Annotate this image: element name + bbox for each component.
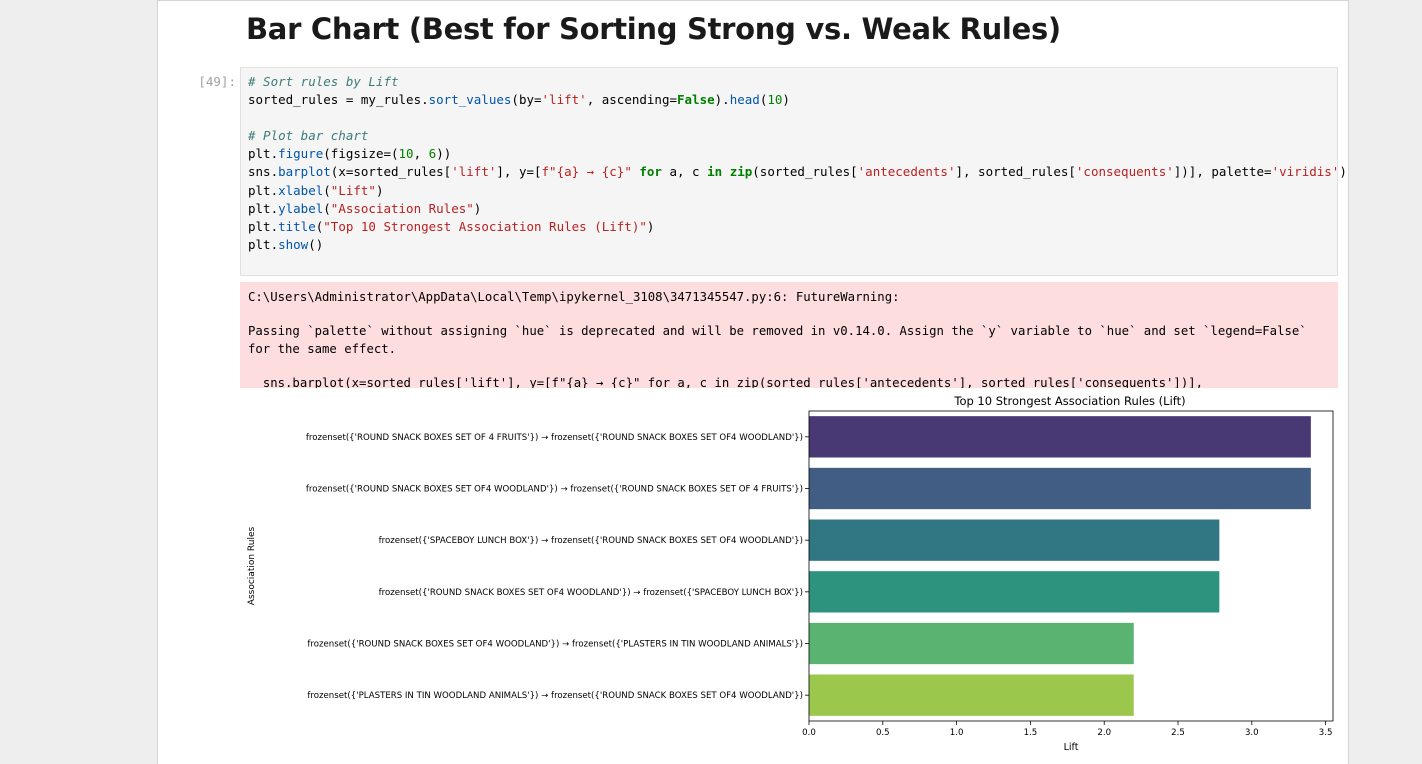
code-token: in <box>707 164 723 180</box>
code-token: ylabel <box>278 200 324 216</box>
code-token: 'lift' <box>451 164 497 180</box>
category-label: frozenset({'ROUND SNACK BOXES SET OF4 WO… <box>306 485 803 495</box>
x-tick-label: 1.5 <box>1024 728 1038 738</box>
bar-chart: Top 10 Strongest Association Rules (Lift… <box>247 394 1334 753</box>
code-token: ) <box>1339 164 1347 180</box>
code-token: (x=sorted_rules[ <box>330 164 452 180</box>
code-token: )) <box>436 146 452 162</box>
bar <box>809 674 1134 716</box>
stderr-output: C:\Users\Administrator\AppData\Local\Tem… <box>240 282 1338 388</box>
code-token: ( <box>323 200 331 216</box>
code-token: ], y=[ <box>496 164 542 180</box>
x-tick-label: 1.0 <box>950 728 964 738</box>
code-token: sorted_rules <box>248 92 339 108</box>
code-token: 10 <box>398 146 414 162</box>
code-token: title <box>278 218 316 234</box>
x-ticks: 0.0 0.5 1.0 1.5 2.0 2.5 3.0 3.5 <box>802 721 1332 738</box>
code-token: plt. <box>248 218 279 234</box>
code-token: 'antecedents' <box>857 164 956 180</box>
code-token: () <box>308 236 324 252</box>
code-token: (figsize=( <box>323 146 399 162</box>
code-token: f"{a} → {c}" <box>541 164 632 180</box>
code-token: plt. <box>248 146 279 162</box>
stderr-text: C:\Users\Administrator\AppData\Local\Tem… <box>248 289 1332 388</box>
code-token: = my_rules. <box>338 92 429 108</box>
code-token: (sorted_rules[ <box>752 164 858 180</box>
section-heading: Bar Chart (Best for Sorting Strong vs. W… <box>246 12 1061 46</box>
code-token: 'lift' <box>541 92 587 108</box>
chart-title: Top 10 Strongest Association Rules (Lift… <box>953 394 1185 408</box>
code-token: , ascending= <box>586 92 677 108</box>
category-label: frozenset({'ROUND SNACK BOXES SET OF4 WO… <box>307 640 803 650</box>
bar <box>809 416 1311 458</box>
x-tick-label: 2.0 <box>1097 728 1111 738</box>
code-token: ) <box>473 200 482 216</box>
code-token: ). <box>714 92 730 108</box>
code-token: show <box>278 236 309 252</box>
bar <box>809 622 1134 665</box>
category-label: frozenset({'ROUND SNACK BOXES SET OF4 WO… <box>379 588 803 598</box>
code-token: "Lift" <box>330 182 376 198</box>
code-token: plt. <box>248 236 279 252</box>
bar <box>809 467 1311 510</box>
code-token: "Association Rules" <box>330 200 474 216</box>
category-label: frozenset({'PLASTERS IN TIN WOODLAND ANI… <box>307 691 803 701</box>
code-token: 'consequents' <box>1075 164 1174 180</box>
code-token: figure <box>278 146 324 162</box>
cell-execution-count: [49]: <box>198 74 236 89</box>
warning-message: Passing `palette` without assigning `hue… <box>248 324 1315 356</box>
x-tick-label: 3.5 <box>1319 728 1333 738</box>
x-tick-label: 0.0 <box>802 728 816 738</box>
code-token: (by= <box>511 92 542 108</box>
code-comment: # Plot bar chart <box>248 128 369 144</box>
category-label: frozenset({'SPACEBOY LUNCH BOX'}) → froz… <box>379 536 803 546</box>
code-token: barplot <box>278 164 331 180</box>
code-token: ) <box>375 182 384 198</box>
code-token: ) <box>646 218 655 234</box>
category-label: frozenset({'ROUND SNACK BOXES SET OF 4 F… <box>306 433 803 443</box>
code-token: plt. <box>248 200 279 216</box>
code-token: ) <box>782 92 790 108</box>
y-axis-label: Association Rules <box>247 526 257 605</box>
x-axis-label: Lift <box>1064 742 1079 753</box>
code-token: zip <box>729 164 753 180</box>
code-token: , <box>413 146 429 162</box>
bar <box>809 571 1220 613</box>
code-editor[interactable]: # Sort rules by Lift sorted_rules = my_r… <box>248 73 1347 254</box>
warning-path: C:\Users\Administrator\AppData\Local\Tem… <box>248 290 900 304</box>
x-tick-label: 3.0 <box>1245 728 1259 738</box>
code-token: 10 <box>767 92 783 108</box>
code-token: plt. <box>248 182 279 198</box>
code-token: for <box>631 164 662 180</box>
code-token: "Top 10 Strongest Association Rules (Lif… <box>323 218 647 234</box>
bar <box>809 519 1220 561</box>
code-token: ( <box>323 182 331 198</box>
code-token: ], sorted_rules[ <box>955 164 1076 180</box>
code-token: head <box>729 92 760 108</box>
code-token: ])], palette= <box>1173 164 1272 180</box>
code-token: 'viridis' <box>1271 164 1340 180</box>
x-tick-label: 2.5 <box>1171 728 1185 738</box>
category-labels: frozenset({'ROUND SNACK BOXES SET OF 4 F… <box>306 433 809 701</box>
code-comment: # Sort rules by Lift <box>248 74 399 89</box>
code-token: sort_values <box>428 92 512 108</box>
code-cell[interactable]: # Sort rules by Lift sorted_rules = my_r… <box>240 67 1347 276</box>
code-token: a, c <box>661 164 708 180</box>
bars-group <box>809 416 1311 716</box>
code-token: False <box>677 92 715 108</box>
x-tick-label: 0.5 <box>876 728 890 738</box>
code-token: sns. <box>248 164 279 180</box>
code-token: xlabel <box>278 182 324 198</box>
warning-source: sns.barplot(x=sorted_rules['lift'], y=[f… <box>262 376 1204 388</box>
